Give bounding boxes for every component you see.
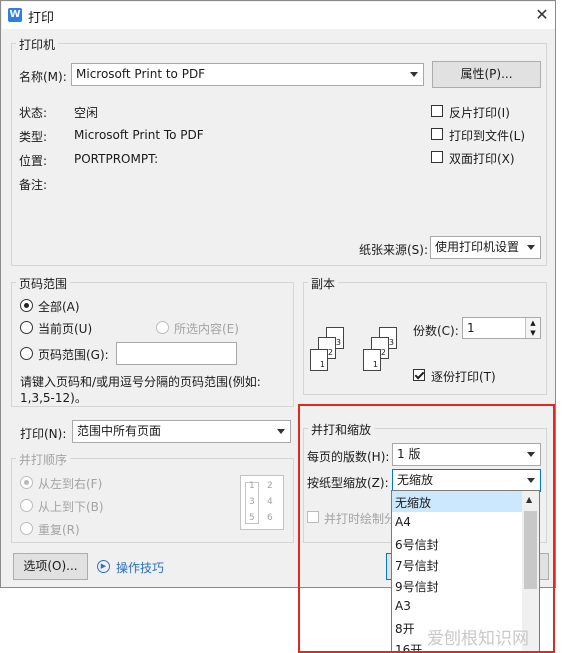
grid-cell: 5	[249, 513, 255, 523]
collate-stack-icon: 3 2 1	[306, 323, 352, 375]
draw-borders-label: 并打时绘制分	[324, 512, 397, 526]
current-page-radio[interactable]	[20, 321, 33, 334]
selection-label: 所选内容(E)	[174, 322, 239, 336]
window-title: 打印	[28, 11, 55, 26]
current-page-label[interactable]: 当前页(U)	[38, 320, 92, 337]
draw-borders-checkbox	[307, 511, 319, 523]
top-to-bottom-radio	[20, 499, 33, 512]
wps-writer-icon: W	[8, 8, 22, 22]
collate-order-group-label: 并打顺序	[16, 451, 71, 468]
printer-name-select[interactable]: Microsoft Print to PDF	[71, 63, 424, 86]
option-envelope-7[interactable]: 7号信封	[395, 557, 439, 574]
collate-checkbox[interactable]	[413, 369, 425, 381]
collate-order-preview-icon: 2 4 6 1 3 5	[240, 475, 284, 530]
chevron-down-icon	[410, 72, 418, 77]
page-range-hint-line2: 1,3,5-12)。	[20, 391, 87, 405]
comment-label: 备注:	[19, 178, 48, 192]
location-value: PORTPROMPT:	[74, 152, 159, 166]
grid-cell: 1	[249, 481, 255, 491]
print-what-select[interactable]: 范围中所有页面	[72, 420, 291, 443]
page-range-hint-line1: 请键入页码和/或用逗号分隔的页码范围(例如:	[20, 375, 261, 389]
repeat-radio	[20, 522, 33, 535]
duplex-label[interactable]: 双面打印(X)	[449, 150, 515, 167]
all-pages-label[interactable]: 全部(A)	[38, 298, 80, 315]
paper-source-select[interactable]: 使用打印机设置	[430, 236, 541, 259]
page-range-radio[interactable]	[20, 347, 33, 360]
option-no-scale[interactable]: 无缩放	[395, 494, 431, 511]
copies-group-label: 副本	[308, 275, 339, 292]
properties-button[interactable]: 属性(P)...	[432, 61, 541, 88]
copies-spinner[interactable]: 1 ▲ ▼	[462, 317, 541, 339]
option-a4[interactable]: A4	[395, 515, 411, 529]
title-bar: W 打印 ✕	[2, 2, 555, 29]
scroll-up-icon[interactable]: ▲	[526, 495, 532, 504]
scale-to-paper-select[interactable]: 无缩放	[392, 469, 541, 492]
chevron-down-icon	[277, 429, 285, 434]
copies-value: 1	[467, 321, 475, 335]
page-range-label[interactable]: 页码范围(G):	[38, 346, 109, 363]
print-what-value: 范围中所有页面	[77, 424, 162, 438]
pages-per-sheet-label: 每页的版数(H):	[307, 450, 390, 464]
top-to-bottom-label: 从上到下(B)	[38, 500, 104, 514]
selection-radio	[156, 321, 169, 334]
scrollbar-thumb[interactable]	[524, 511, 537, 589]
page-range-input[interactable]	[116, 342, 237, 365]
duplex-checkbox[interactable]	[431, 151, 443, 163]
page-range-group-label: 页码范围	[16, 275, 71, 292]
option-8k[interactable]: 8开	[395, 620, 415, 637]
chevron-down-icon	[527, 452, 535, 457]
spinner-arrows-icon[interactable]: ▲ ▼	[525, 318, 540, 338]
pages-per-sheet-value: 1 版	[397, 447, 421, 461]
zoom-group-label: 并打和缩放	[308, 421, 375, 438]
all-pages-radio[interactable]	[20, 299, 33, 312]
collate-label[interactable]: 逐份打印(T)	[431, 368, 496, 385]
chevron-down-icon	[527, 245, 535, 250]
paper-source-value: 使用打印机设置	[435, 240, 520, 254]
type-value: Microsoft Print To PDF	[74, 128, 204, 142]
print-to-file-label[interactable]: 打印到文件(L)	[449, 127, 525, 144]
scale-to-paper-value: 无缩放	[397, 473, 434, 487]
collate-stack-icon: 3 2 1	[359, 323, 405, 375]
copies-label: 份数(C):	[413, 324, 459, 338]
option-envelope-6[interactable]: 6号信封	[395, 536, 439, 553]
printer-group-label: 打印机	[16, 36, 59, 53]
options-button[interactable]: 选项(O)...	[13, 553, 88, 580]
tips-link[interactable]: 操作技巧	[116, 559, 164, 576]
option-a3[interactable]: A3	[395, 599, 411, 613]
left-to-right-radio	[20, 476, 33, 489]
grid-cell: 2	[267, 481, 273, 491]
status-value: 空闲	[74, 106, 99, 120]
repeat-label: 重复(R)	[38, 523, 80, 537]
reverse-print-checkbox[interactable]	[431, 105, 443, 117]
printer-name-value: Microsoft Print to PDF	[76, 67, 206, 81]
watermark-text: 爱刨根知识网	[427, 629, 529, 649]
grid-cell: 6	[267, 513, 273, 523]
reverse-print-label[interactable]: 反片打印(I)	[449, 104, 510, 121]
grid-cell: 4	[267, 497, 273, 507]
grid-cell: 3	[249, 497, 255, 507]
chevron-down-icon	[527, 478, 535, 483]
print-what-label: 打印(N):	[20, 427, 67, 441]
cancel-button[interactable]	[539, 553, 549, 580]
print-to-file-checkbox[interactable]	[431, 128, 443, 140]
status-label: 状态:	[19, 106, 48, 120]
scale-to-paper-label: 按纸型缩放(Z):	[307, 476, 389, 490]
pages-per-sheet-select[interactable]: 1 版	[392, 443, 541, 466]
left-to-right-label: 从左到右(F)	[38, 477, 103, 491]
paper-source-label: 纸张来源(S):	[359, 243, 429, 257]
option-envelope-9[interactable]: 9号信封	[395, 578, 439, 595]
printer-name-label: 名称(M):	[19, 70, 67, 84]
location-label: 位置:	[19, 154, 48, 168]
play-icon[interactable]: ▶	[97, 560, 110, 573]
close-icon[interactable]: ✕	[532, 5, 552, 25]
type-label: 类型:	[19, 130, 48, 144]
option-16k[interactable]: 16开	[395, 641, 422, 652]
